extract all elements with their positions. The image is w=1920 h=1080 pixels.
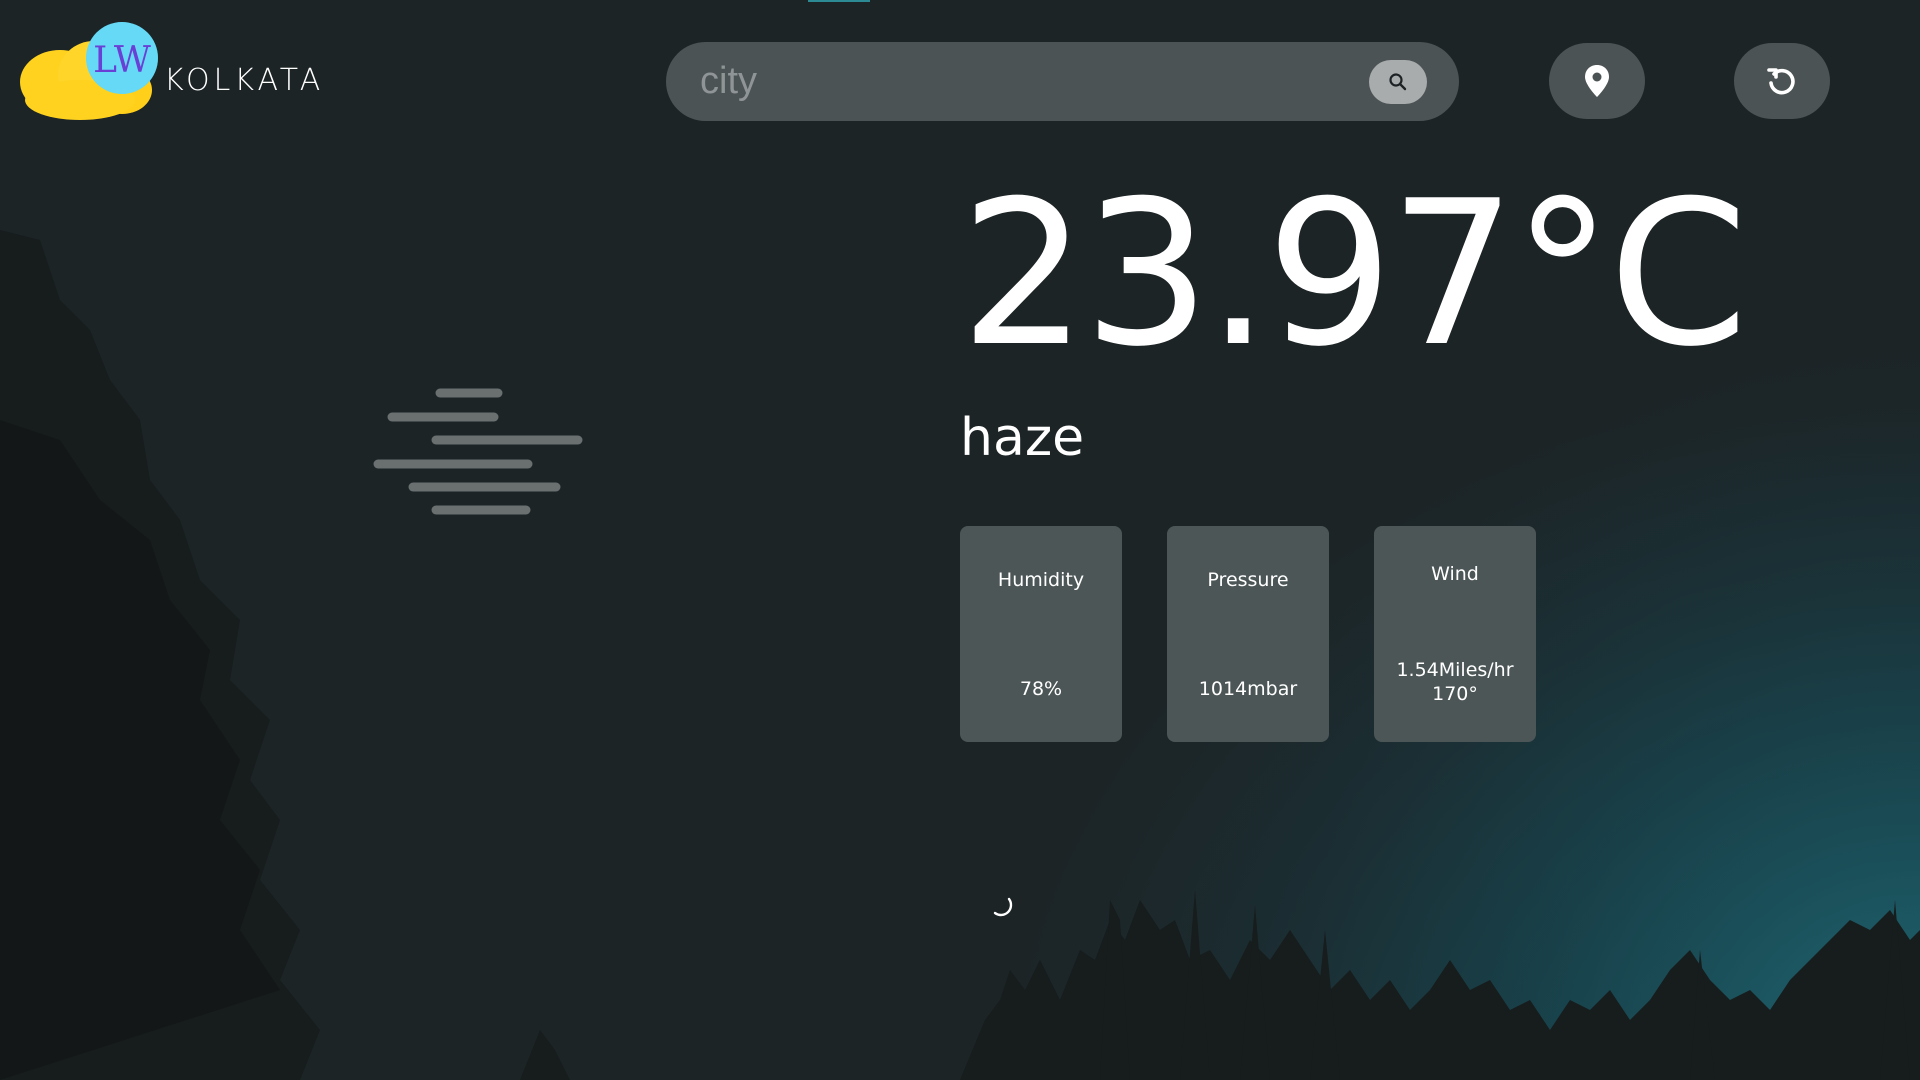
city-name: KOLKATA: [164, 63, 325, 98]
wind-card: Wind 1.54Miles/hr 170°: [1374, 526, 1536, 742]
search-input[interactable]: [698, 55, 1342, 108]
wind-direction: 170°: [1432, 683, 1478, 705]
humidity-card: Humidity 78%: [960, 526, 1122, 742]
weather-condition: haze: [960, 408, 1085, 468]
logo-icon: LW: [20, 22, 158, 120]
pressure-card: Pressure 1014mbar: [1167, 526, 1329, 742]
pressure-label: Pressure: [1207, 569, 1289, 591]
refresh-icon: [1767, 68, 1795, 95]
refresh-button[interactable]: [1734, 43, 1830, 119]
humidity-label: Humidity: [997, 569, 1085, 591]
svg-text:LW: LW: [93, 40, 151, 81]
top-accent-bar: [808, 0, 870, 2]
wind-value: 1.54Miles/hr 170°: [1374, 658, 1536, 706]
spinner-icon: [993, 897, 1013, 917]
wind-label: Wind: [1431, 563, 1479, 585]
search-button[interactable]: [1369, 60, 1427, 104]
pressure-value: 1014mbar: [1198, 678, 1298, 700]
search-bar: [666, 42, 1459, 121]
temperature: 23.97°C: [960, 158, 1748, 391]
haze-icon: [373, 388, 583, 515]
humidity-value: 78%: [1019, 678, 1063, 700]
map-pin-icon: [1585, 65, 1609, 97]
search-icon: [1389, 73, 1407, 91]
wind-speed: 1.54Miles/hr: [1396, 659, 1514, 681]
current-location-button[interactable]: [1549, 43, 1645, 119]
